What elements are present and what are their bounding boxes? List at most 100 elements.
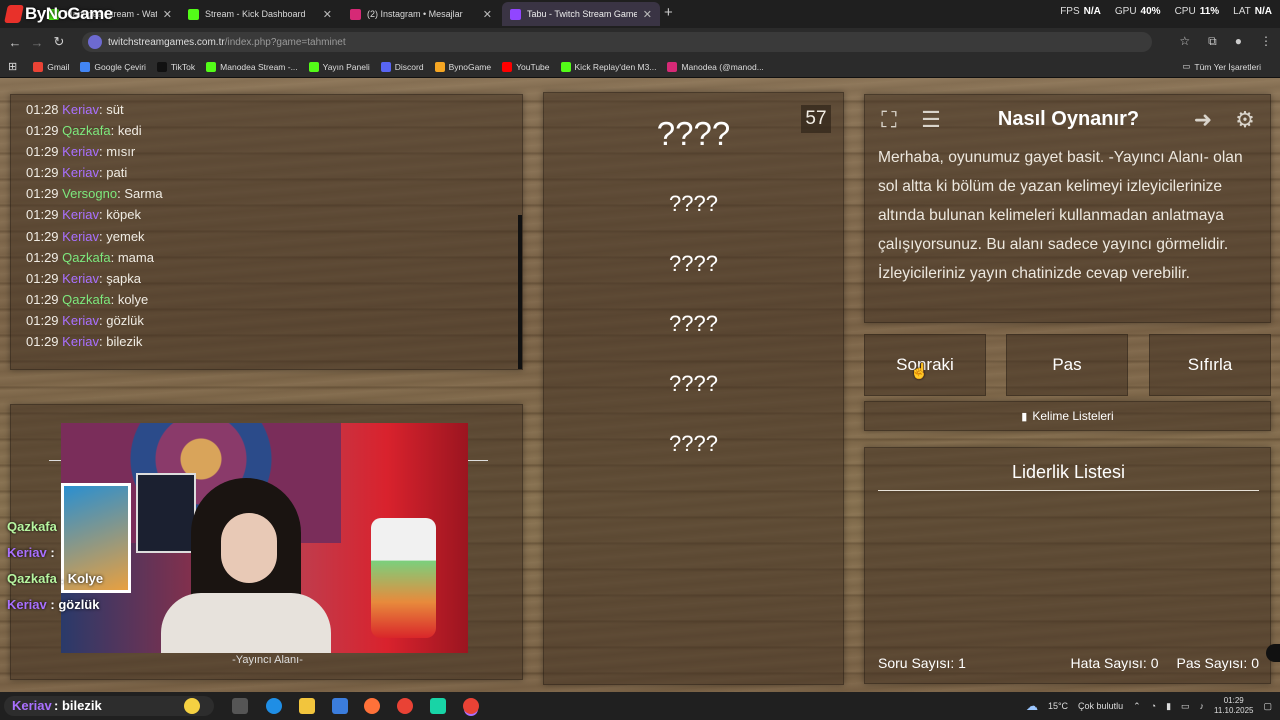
bookmark-star-icon[interactable]: ☆ (1179, 34, 1190, 49)
chat-username[interactable]: Versogno (62, 186, 117, 201)
tab-label: Tabu - Twitch Stream Game (527, 9, 637, 19)
edge-icon[interactable] (266, 698, 282, 714)
bookmark-google-translate[interactable]: Google Çeviri (80, 61, 146, 72)
back-icon[interactable]: ← (4, 35, 26, 50)
chat-time: 01:29 (26, 207, 59, 223)
hand-cursor-icon: ☝ (910, 363, 929, 380)
word-lists-label: Kelime Listeleri (1032, 409, 1114, 423)
bookmark-gmail[interactable]: Gmail (33, 61, 69, 72)
bookmark-manodea-instagram[interactable]: Manodea (@manod... (667, 61, 764, 72)
firefox-icon[interactable] (364, 698, 380, 714)
kick-favicon-icon (188, 8, 199, 20)
menu-icon[interactable]: ⋮ (1260, 34, 1272, 49)
chrome-active-icon[interactable] (463, 698, 479, 714)
profile-icon[interactable]: ● (1235, 34, 1242, 49)
chat-username[interactable]: Keriav (62, 207, 99, 222)
chat-username[interactable]: Keriav (62, 271, 99, 286)
stream-overlay-chat: Qazkafa Keriav : Qazkafa . Kolye Keriav … (7, 514, 103, 618)
pass-button[interactable]: Pas (1006, 334, 1128, 396)
tab-label: (2) Instagram • Mesajlar (367, 9, 463, 19)
chrome-icon[interactable] (397, 698, 413, 714)
chat-message: 01:29 Keriav: gözlük (26, 312, 144, 328)
chat-username[interactable]: Keriav (62, 102, 99, 117)
chat-time: 01:29 (26, 228, 59, 244)
bookmark-kick-replay[interactable]: Kick Replay'den M3... (560, 61, 656, 72)
side-panel-handle[interactable] (1266, 644, 1280, 662)
document-icon: ▮ (1021, 410, 1028, 423)
volume-icon[interactable]: ♪ (1200, 701, 1205, 711)
divider (468, 460, 488, 461)
chat-username[interactable]: Keriav (62, 165, 99, 180)
bynogame-icon (434, 61, 445, 72)
chat-username[interactable]: Keriav (62, 229, 99, 244)
leaderboard-panel: Liderlik Listesi Soru Sayısı: 1 Hata Say… (864, 447, 1271, 684)
display-icon[interactable]: ▭ (1181, 701, 1190, 712)
url-path: /index.php?game=tahminet (224, 36, 346, 48)
file-explorer-icon[interactable] (299, 698, 315, 714)
bookmark-discord[interactable]: Discord (380, 61, 424, 72)
site-info-icon[interactable] (88, 35, 102, 49)
word-lists-button[interactable]: ▮ Kelime Listeleri (864, 401, 1271, 431)
weather-icon[interactable]: ☁ (1026, 699, 1038, 713)
bookmark-tiktok[interactable]: TikTok (156, 61, 195, 72)
bookmark-bynogame[interactable]: BynoGame (434, 61, 491, 72)
extensions-icon[interactable]: ⧉ (1208, 34, 1217, 49)
kick-icon (560, 61, 571, 72)
close-tab-icon[interactable]: ✕ (483, 8, 492, 21)
close-tab-icon[interactable]: ✕ (643, 8, 652, 21)
chat-message: 01:29 Keriav: mısır (26, 144, 136, 160)
close-tab-icon[interactable]: ✕ (163, 8, 172, 21)
kick-icon (308, 61, 319, 72)
chat-username[interactable]: Qazkafa (62, 292, 110, 307)
reset-button[interactable]: Sıfırla (1149, 334, 1271, 396)
translate-icon (80, 61, 91, 72)
tab-tabu-game[interactable]: Tabu - Twitch Stream Game ✕ (502, 2, 660, 26)
bookmark-youtube[interactable]: YouTube (502, 61, 550, 72)
fps-stat: FPS N/A (1060, 6, 1101, 17)
chat-text: Sarma (124, 186, 163, 202)
bookmark-yayin-paneli[interactable]: Yayın Paneli (308, 61, 370, 72)
tab-kick-dashboard[interactable]: Stream - Kick Dashboard ✕ (180, 2, 340, 26)
instagram-favicon-icon (350, 8, 361, 20)
folder-icon: ▭ (1182, 61, 1191, 71)
chat-time: 01:29 (26, 291, 59, 307)
target-word: ???? (656, 115, 731, 152)
tab-instagram[interactable]: (2) Instagram • Mesajlar ✕ (342, 2, 500, 26)
gpu-stat: GPU 40% (1114, 6, 1161, 17)
chat-message: 01:29 Keriav: köpek (26, 207, 141, 223)
chat-text: bilezik (106, 334, 143, 350)
chat-username[interactable]: Qazkafa (62, 123, 110, 138)
logout-icon[interactable]: ➜ (1187, 104, 1219, 136)
chat-username[interactable]: Keriav (62, 334, 99, 349)
bookmark-manodea-stream[interactable]: Manodea Stream -... (206, 61, 298, 72)
chat-username[interactable]: Keriav (62, 144, 99, 159)
chat-time: 01:29 (26, 249, 59, 265)
new-tab-button[interactable]: + (664, 4, 673, 21)
mic-icon[interactable]: ▮ (1166, 701, 1171, 712)
forward-icon[interactable]: → (26, 35, 48, 50)
network-icon[interactable]: ◔ (1151, 701, 1156, 711)
chat-username[interactable]: Keriav (62, 313, 99, 328)
app-icon[interactable] (430, 698, 446, 714)
store-icon[interactable] (332, 698, 348, 714)
apps-icon[interactable]: ⊞ (8, 60, 17, 73)
tiktok-icon (156, 61, 167, 72)
task-view-icon[interactable] (232, 698, 248, 714)
url-field[interactable]: twitchstreamgames.com.tr/index.php?game=… (82, 32, 1152, 52)
streamer-area-label: -Yayıncı Alanı- (232, 654, 303, 666)
reload-icon[interactable]: ↻ (48, 34, 70, 50)
taskbar-search[interactable]: Keriav: bilezik (4, 696, 214, 716)
chat-message: 01:28 Keriav: süt (26, 102, 124, 117)
copilot-icon[interactable] (184, 698, 200, 714)
chat-username[interactable]: Qazkafa (62, 250, 110, 265)
close-tab-icon[interactable]: ✕ (323, 8, 332, 21)
weather-temp: 15°C (1047, 701, 1069, 711)
settings-gear-icon[interactable]: ⚙ (1229, 104, 1261, 136)
all-bookmarks[interactable]: ▭ Tüm Yer İşaretleri (1182, 61, 1261, 72)
notifications-icon[interactable]: ▢ (1263, 701, 1272, 712)
chat-scrollbar[interactable] (518, 215, 522, 369)
bookmarks-bar: ⊞ Gmail Google Çeviri TikTok Manodea Str… (0, 56, 1280, 78)
chat-text: gözlük (106, 312, 144, 328)
clock[interactable]: 01:29 11.10.2025 (1214, 696, 1253, 716)
tray-chevron-icon[interactable]: ⌃ (1133, 701, 1141, 712)
